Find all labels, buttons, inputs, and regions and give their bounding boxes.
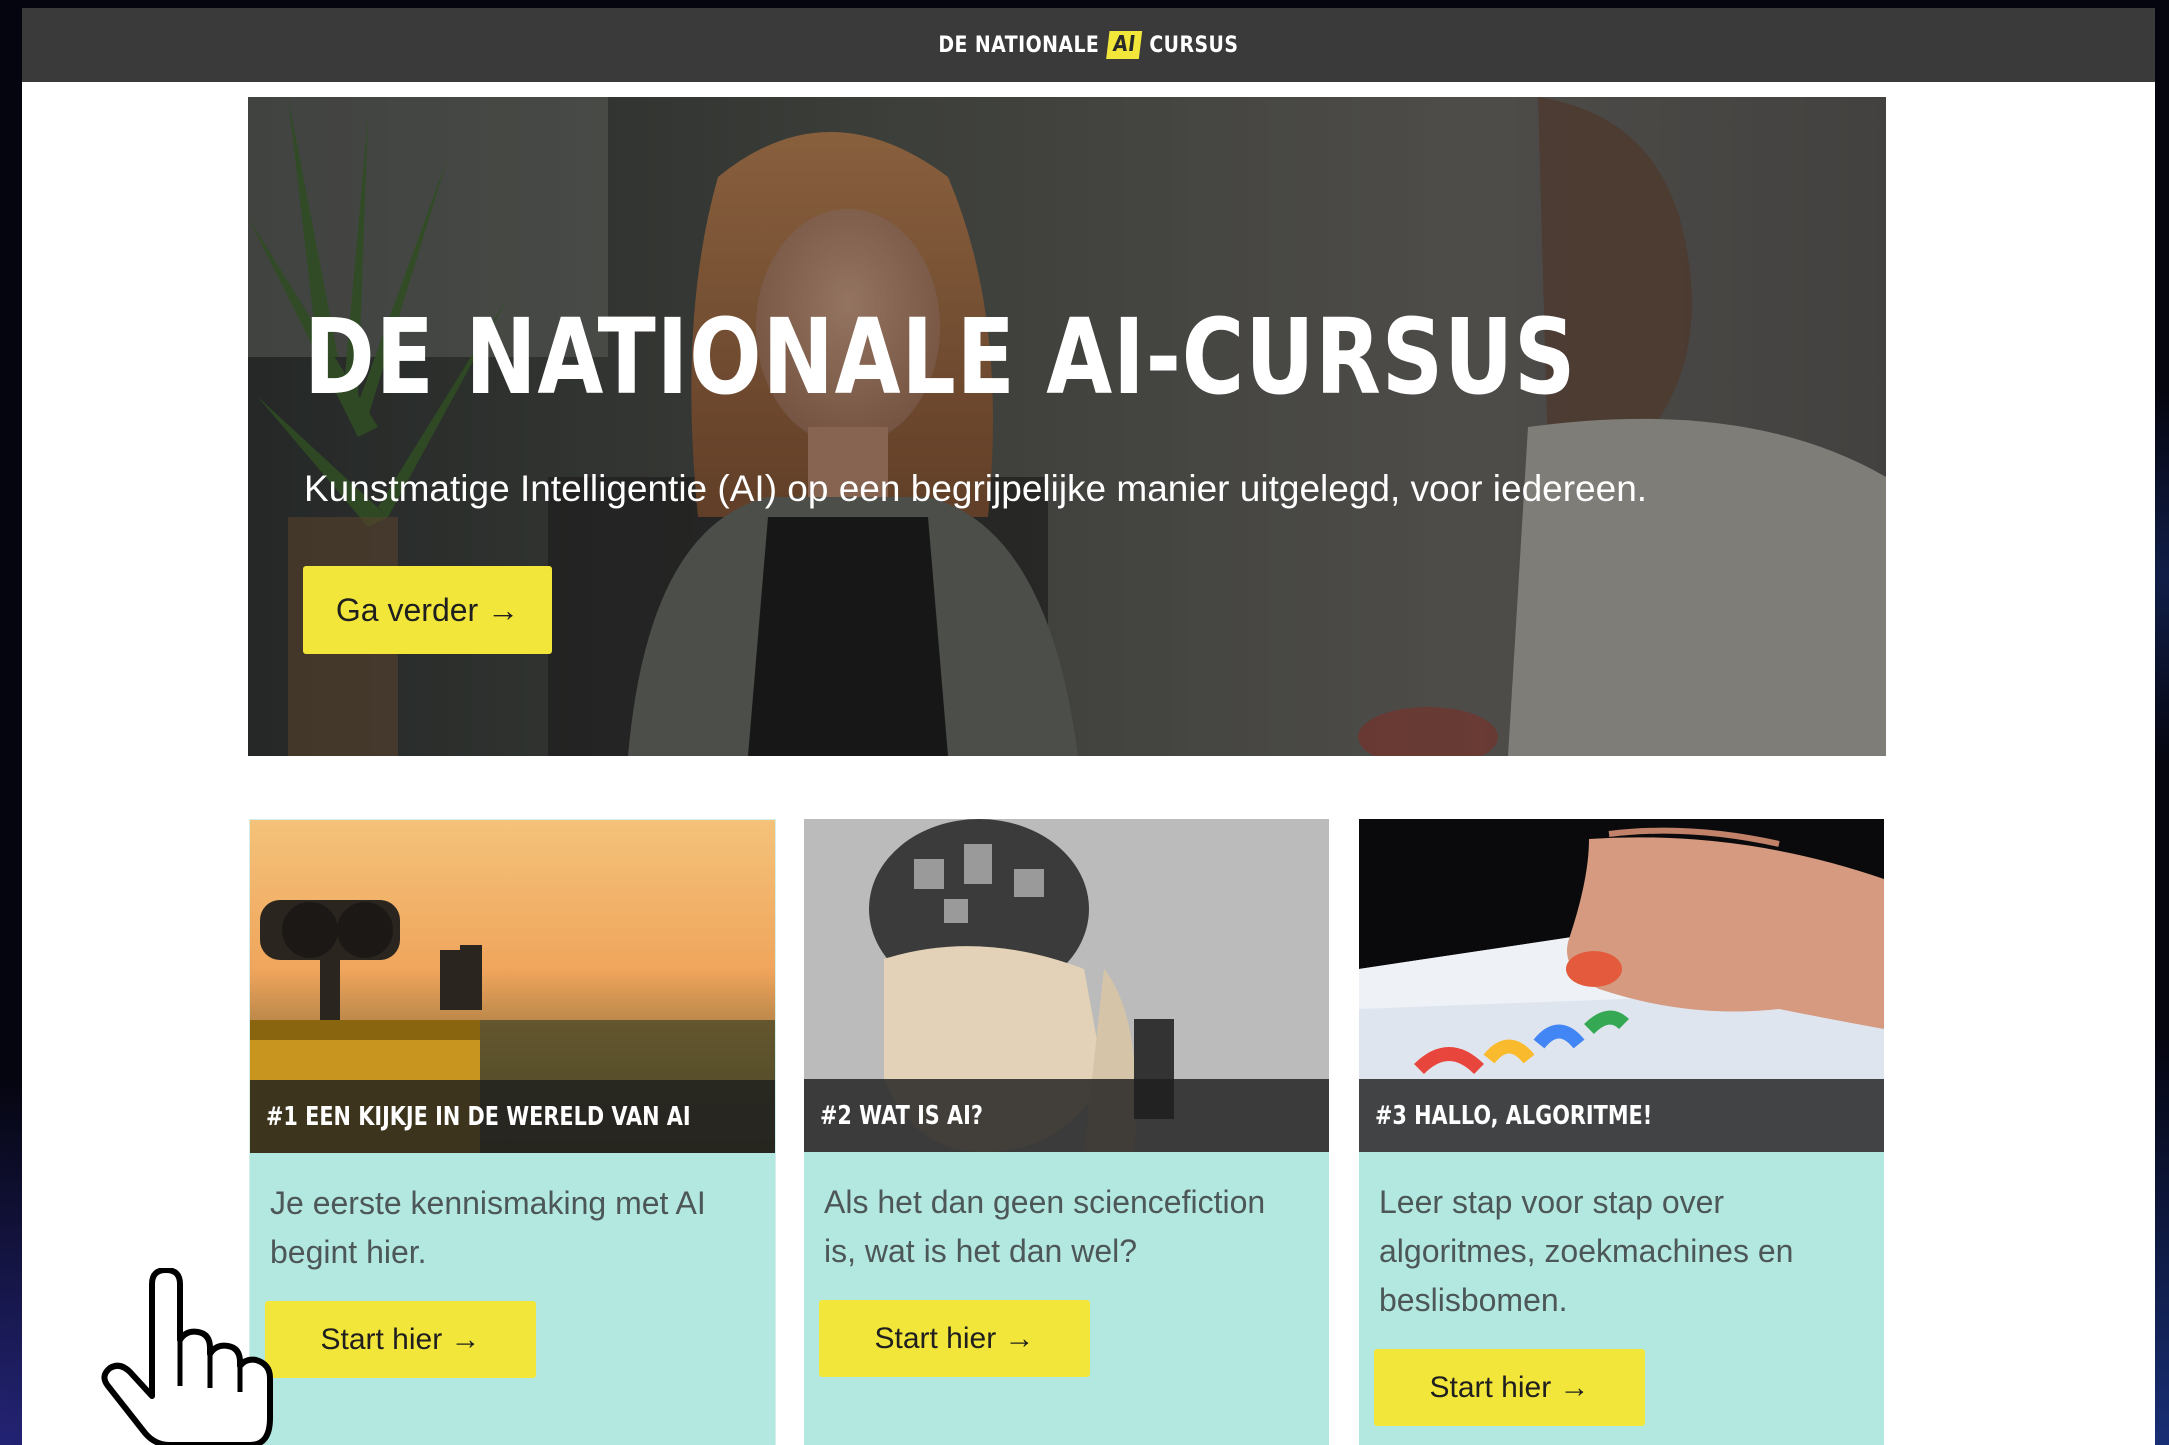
course-card-1[interactable]: #1 EEN KIJKJE IN DE WERELD VAN AI Je eer… xyxy=(249,819,776,1445)
logo-text-left: DE NATIONALE xyxy=(938,32,1100,58)
card-caption: #1 EEN KIJKJE IN DE WERELD VAN AI xyxy=(250,1080,775,1153)
logo-ai-badge: AI xyxy=(1106,31,1143,59)
start-hier-button-3[interactable]: Start hier → xyxy=(1374,1349,1645,1426)
hero-title: DE NATIONALE AI-CURSUS xyxy=(304,296,1577,418)
card-description: Als het dan geen sciencefiction is, wat … xyxy=(824,1184,1266,1269)
card-title: #1 EEN KIJKJE IN DE WERELD VAN AI xyxy=(266,1101,691,1132)
course-card-2[interactable]: #2 WAT IS AI? Als het dan geen sciencefi… xyxy=(804,819,1329,1445)
hero-subtitle: Kunstmatige Intelligentie (AI) op een be… xyxy=(304,468,1648,509)
hero-banner: DE NATIONALE AI-CURSUS Kunstmatige Intel… xyxy=(248,97,1886,756)
hand-pointer-icon xyxy=(101,1268,273,1445)
card-caption: #2 WAT IS AI? xyxy=(804,1079,1329,1152)
card-image-android[interactable]: #2 WAT IS AI? xyxy=(804,819,1329,1152)
start-hier-button-1[interactable]: Start hier → xyxy=(265,1301,536,1378)
course-card-3[interactable]: #3 HALLO, ALGORITME! Leer stap voor stap… xyxy=(1359,819,1884,1445)
card-image-robot[interactable]: #1 EEN KIJKJE IN DE WERELD VAN AI xyxy=(250,820,775,1153)
ga-verder-button[interactable]: Ga verder → xyxy=(303,566,552,654)
card-description: Leer stap voor stap over algoritmes, zoe… xyxy=(1379,1184,1794,1318)
web-page: DE NATIONALE AI CURSUS DE NATIONALE AI-C… xyxy=(22,8,2155,1445)
card-caption: #3 HALLO, ALGORITME! xyxy=(1359,1079,1884,1152)
card-title: #2 WAT IS AI? xyxy=(820,1100,983,1131)
site-logo[interactable]: DE NATIONALE AI CURSUS xyxy=(939,31,1239,59)
card-title: #3 HALLO, ALGORITME! xyxy=(1375,1100,1653,1131)
card-image-search-screen[interactable]: #3 HALLO, ALGORITME! xyxy=(1359,819,1884,1152)
start-hier-button-2[interactable]: Start hier → xyxy=(819,1300,1090,1377)
top-navigation-bar: DE NATIONALE AI CURSUS xyxy=(22,8,2155,82)
logo-text-right: CURSUS xyxy=(1149,32,1239,58)
screen-background: DE NATIONALE AI CURSUS DE NATIONALE AI-C… xyxy=(0,0,2169,1445)
hero-dark-overlay xyxy=(248,97,1886,756)
card-description: Je eerste kennismaking met AI begint hie… xyxy=(270,1185,706,1270)
